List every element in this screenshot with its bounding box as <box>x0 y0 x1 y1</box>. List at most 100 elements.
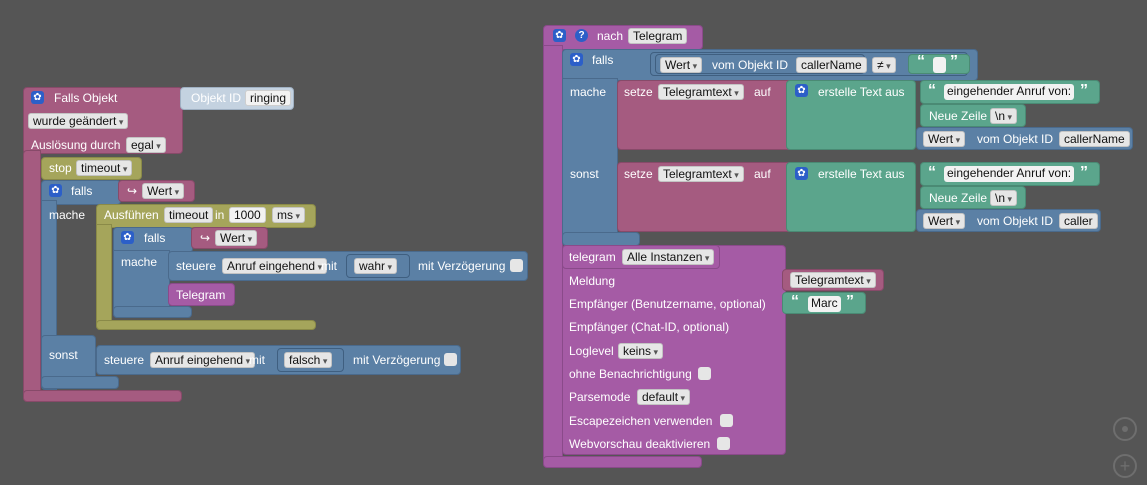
right-if-operator-dropdown[interactable]: ≠ <box>872 57 896 73</box>
gear-icon[interactable]: ✿ <box>49 184 62 197</box>
control1-state-dropdown[interactable]: Anruf eingehend <box>222 258 328 274</box>
if1-value-dropdown[interactable]: Wert <box>142 183 185 199</box>
set1-variable-dropdown[interactable]: Telegramtext <box>658 84 744 100</box>
telegram-preview-label: Webvorschau deaktivieren <box>569 437 711 451</box>
close-quote-icon: ” <box>1080 82 1088 99</box>
right-sonst-label: sonst <box>570 167 599 181</box>
close-quote-icon: ” <box>1080 164 1088 181</box>
set1-value-dropdown[interactable]: Wert <box>923 131 966 147</box>
set2-auf-label: auf <box>754 167 771 181</box>
telegram-recipient-label: Empfänger (Benutzername, optional) <box>569 297 766 311</box>
trigger-title: Falls Objekt <box>54 91 118 105</box>
telegram-variable-label: Telegram <box>176 288 226 302</box>
if2-falls-label: falls <box>144 231 166 245</box>
gear-icon[interactable]: ✿ <box>795 84 808 97</box>
silent-checkbox[interactable] <box>698 367 711 380</box>
set1-create-text-label: erstelle Text aus <box>818 85 905 99</box>
if2-value-dropdown[interactable]: Wert <box>215 230 258 246</box>
telegram-silent-label: ohne Benachrichtigung <box>569 367 692 381</box>
telegram-chat-label: Empfänger (Chat-ID, optional) <box>569 320 730 334</box>
timeout-ms-input[interactable]: 1000 <box>229 207 266 223</box>
parsemode-dropdown[interactable]: default <box>637 389 691 405</box>
set2-create-text-label: erstelle Text aus <box>818 167 905 181</box>
set2-variable-dropdown[interactable]: Telegramtext <box>658 166 744 182</box>
target-icon[interactable] <box>1113 417 1137 441</box>
zoom-in-icon[interactable]: + <box>1113 454 1137 478</box>
control2-state-dropdown[interactable]: Anruf eingehend <box>150 352 256 368</box>
recipient-input[interactable]: Marc <box>808 296 841 312</box>
control1-delay-checkbox[interactable] <box>510 259 523 272</box>
control1-label: steuere <box>176 259 217 273</box>
arrow-icon: ↪ <box>127 184 138 198</box>
right-if-object-field[interactable]: callerName <box>796 57 867 73</box>
timeout-in-label: in <box>215 208 225 222</box>
message-variable-dropdown[interactable]: Telegramtext <box>790 272 876 288</box>
set2-newline-dropdown[interactable]: \n <box>990 190 1018 206</box>
stop-label: stop <box>49 161 72 175</box>
if2-mache-label: mache <box>121 255 158 269</box>
control2-mit-label: mit <box>249 353 265 367</box>
set2-from-object-label: vom Objekt ID <box>977 214 1054 228</box>
open-quote-icon: “ <box>928 82 936 99</box>
right-if-value-dropdown[interactable]: Wert <box>660 57 703 73</box>
gear-icon[interactable]: ✿ <box>31 91 44 104</box>
trigger-by-dropdown[interactable]: egal <box>126 137 166 153</box>
set1-auf-label: auf <box>754 85 771 99</box>
preview-checkbox[interactable] <box>717 437 730 450</box>
set1-from-object-label: vom Objekt ID <box>977 132 1054 146</box>
trigger-nach-label: nach <box>597 29 624 43</box>
trigger-changed-dropdown[interactable]: wurde geändert <box>28 113 129 129</box>
set1-object-field[interactable]: callerName <box>1059 131 1130 147</box>
control2-label: steuere <box>104 353 145 367</box>
close-quote-icon: ” <box>846 293 854 310</box>
timeout-unit-dropdown[interactable]: ms <box>272 207 306 223</box>
if1-mache-label: mache <box>49 208 86 222</box>
set1-newline-label: Neue Zeile <box>929 109 988 123</box>
timeout-label: Ausführen <box>104 208 159 222</box>
open-quote-icon: “ <box>917 53 925 70</box>
control2-delay-checkbox[interactable] <box>444 353 457 366</box>
set2-newline-label: Neue Zeile <box>929 191 988 205</box>
help-icon[interactable]: ? <box>575 29 588 42</box>
gear-icon[interactable]: ✿ <box>553 29 566 42</box>
set2-text-input[interactable]: eingehender Anruf von: <box>944 166 1075 182</box>
close-quote-icon: ” <box>950 53 958 70</box>
control1-delay-label: mit Verzögerung <box>418 259 506 273</box>
set1-newline-dropdown[interactable]: \n <box>990 108 1018 124</box>
control1-mit-label: mit <box>321 259 337 273</box>
object-id-label: Objekt ID <box>191 91 242 105</box>
empty-text-input[interactable] <box>933 57 946 73</box>
stop-timeout-dropdown[interactable]: timeout <box>76 160 133 176</box>
if1-falls-label: falls <box>71 184 93 198</box>
set1-label: setze <box>624 85 653 99</box>
loglevel-dropdown[interactable]: keins <box>618 343 664 359</box>
gear-icon[interactable]: ✿ <box>121 231 134 244</box>
control2-delay-label: mit Verzögerung <box>353 353 441 367</box>
control1-value-dropdown[interactable]: wahr <box>354 258 398 274</box>
set2-object-field[interactable]: caller <box>1059 213 1098 229</box>
telegram-message-label: Meldung <box>569 274 616 288</box>
object-id-value[interactable]: ringing <box>245 90 292 106</box>
telegram-loglevel-label: Loglevel <box>569 344 614 358</box>
right-falls-label: falls <box>592 53 614 67</box>
open-quote-icon: “ <box>928 164 936 181</box>
set2-value-dropdown[interactable]: Wert <box>923 213 966 229</box>
timeout-name[interactable]: timeout <box>164 207 214 223</box>
if1-sonst-label: sonst <box>49 348 78 362</box>
escape-checkbox[interactable] <box>720 414 733 427</box>
arrow-icon: ↪ <box>200 231 211 245</box>
right-if-from-object-label: vom Objekt ID <box>712 58 789 72</box>
set2-label: setze <box>624 167 653 181</box>
right-mache-label: mache <box>570 85 607 99</box>
telegram-label: telegram <box>569 250 616 264</box>
control2-value-dropdown[interactable]: falsch <box>284 352 333 368</box>
telegram-instance-dropdown[interactable]: Alle Instanzen <box>622 249 715 265</box>
open-quote-icon: “ <box>791 293 799 310</box>
set1-text-input[interactable]: eingehender Anruf von: <box>944 84 1075 100</box>
gear-icon[interactable]: ✿ <box>795 167 808 180</box>
gear-icon[interactable]: ✿ <box>570 53 583 66</box>
trigger-name[interactable]: Telegram <box>628 28 688 44</box>
trigger-by-label: Auslösung durch <box>31 138 121 152</box>
telegram-parse-label: Parsemode <box>569 390 631 404</box>
telegram-escape-label: Escapezeichen verwenden <box>569 414 713 428</box>
